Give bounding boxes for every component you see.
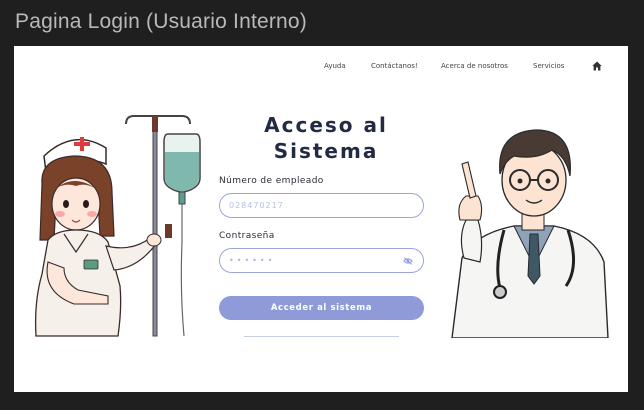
password-field[interactable]: ••••••: [219, 248, 424, 273]
doctor-illustration: [451, 129, 609, 338]
login-title-line2: Sistema: [273, 139, 379, 163]
nav-link-services[interactable]: Servicios: [533, 62, 564, 70]
login-page: Ayuda Contáctanos! Acerca de nosotros Se…: [14, 46, 628, 392]
eye-slash-icon[interactable]: [403, 257, 413, 265]
login-title: Acceso al Sistema: [224, 112, 428, 164]
nurse-illustration: [34, 115, 201, 337]
login-submit-button[interactable]: Acceder al sistema: [219, 296, 424, 320]
top-nav: Ayuda Contáctanos! Acerca de nosotros Se…: [14, 61, 628, 75]
password-input[interactable]: ••••••: [229, 249, 399, 272]
employee-number-input[interactable]: [229, 194, 399, 217]
window-title: Pagina Login (Usuario Interno): [15, 10, 308, 33]
divider: [244, 336, 399, 337]
nav-link-about[interactable]: Acerca de nosotros: [441, 62, 508, 70]
employee-number-label: Número de empleado: [219, 176, 324, 186]
login-title-line1: Acceso al: [264, 113, 388, 137]
employee-number-field[interactable]: [219, 193, 424, 218]
home-icon[interactable]: [592, 61, 602, 71]
nav-link-contact[interactable]: Contáctanos!: [371, 62, 418, 70]
nav-link-help[interactable]: Ayuda: [324, 62, 346, 70]
password-label: Contraseña: [219, 231, 275, 241]
